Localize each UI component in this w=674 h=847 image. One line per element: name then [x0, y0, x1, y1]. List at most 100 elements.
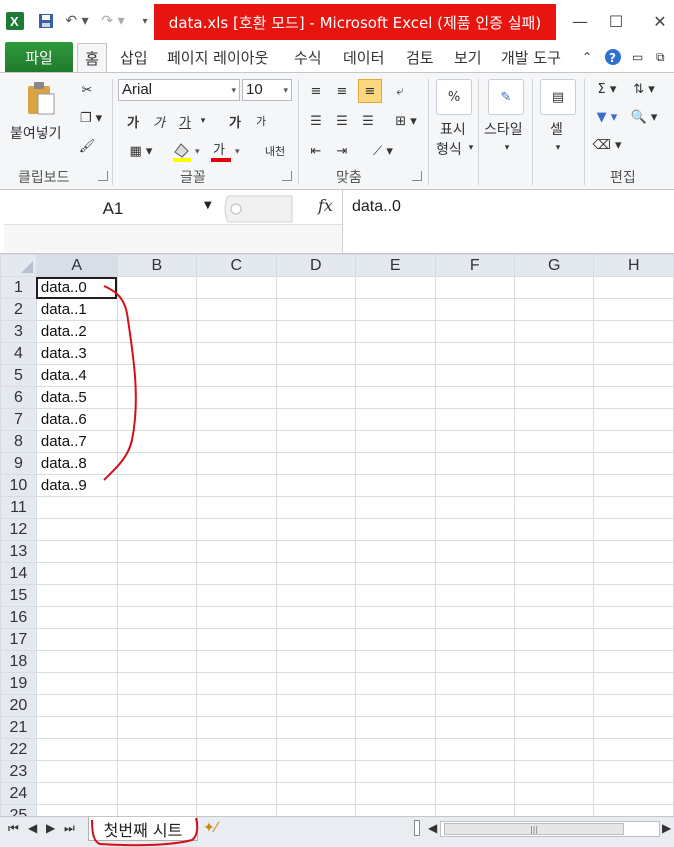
cell-e21[interactable]: [355, 716, 436, 739]
column-header-b[interactable]: B: [116, 254, 198, 277]
cell-c6[interactable]: [196, 386, 277, 409]
cell-g11[interactable]: [513, 496, 595, 519]
cell-a23[interactable]: [35, 760, 118, 783]
cell-e9[interactable]: [355, 452, 436, 475]
row-header[interactable]: 1: [0, 276, 37, 299]
cell-c19[interactable]: [196, 672, 277, 695]
cell-a19[interactable]: [35, 672, 118, 695]
cell-e12[interactable]: [355, 518, 436, 541]
copy-icon[interactable]: ❐ ▾: [76, 109, 106, 127]
cell-f13[interactable]: [434, 540, 515, 563]
cell-b2[interactable]: [116, 298, 198, 321]
cell-a10[interactable]: data..9: [35, 474, 118, 497]
worksheet-grid[interactable]: ABCDEFGH 1 data..0 2 data..1 3 data..2 4 data..…: [0, 254, 674, 816]
cell-h8[interactable]: [593, 430, 674, 453]
row-header[interactable]: 7: [0, 408, 37, 431]
cell-g10[interactable]: [513, 474, 595, 497]
cell-d25[interactable]: [275, 804, 357, 816]
font-size-select[interactable]: 10 ▾: [242, 79, 292, 101]
cell-d6[interactable]: [275, 386, 357, 409]
cell-c8[interactable]: [196, 430, 277, 453]
close-button[interactable]: ✕: [640, 6, 674, 36]
cell-d5[interactable]: [275, 364, 357, 387]
cell-g21[interactable]: [513, 716, 595, 739]
row-header[interactable]: 6: [0, 386, 37, 409]
wrap-text-icon[interactable]: ⤶: [388, 81, 412, 101]
cell-f9[interactable]: [434, 452, 515, 475]
cell-f1[interactable]: [434, 276, 515, 299]
fill-color-icon[interactable]: ▾: [170, 139, 206, 163]
tab-view[interactable]: 보기: [454, 44, 482, 70]
cell-c17[interactable]: [196, 628, 277, 651]
cell-a15[interactable]: [35, 584, 118, 607]
cell-e10[interactable]: [355, 474, 436, 497]
alignment-dialog-launcher[interactable]: [412, 171, 422, 181]
undo-icon[interactable]: ↶ ▾: [62, 11, 92, 31]
row-header[interactable]: 4: [0, 342, 37, 365]
cell-c11[interactable]: [196, 496, 277, 519]
cell-d11[interactable]: [275, 496, 357, 519]
underline-dropdown-icon[interactable]: ▾: [198, 113, 208, 129]
cell-g22[interactable]: [513, 738, 595, 761]
cell-c22[interactable]: [196, 738, 277, 761]
fill-icon[interactable]: ▼ ▾: [592, 107, 622, 127]
cell-e22[interactable]: [355, 738, 436, 761]
maximize-button[interactable]: ☐: [596, 6, 636, 36]
cell-b11[interactable]: [116, 496, 198, 519]
cell-f2[interactable]: [434, 298, 515, 321]
clear-icon[interactable]: ⌫ ▾: [592, 135, 622, 155]
cells-icon[interactable]: ▤: [540, 79, 576, 115]
row-header[interactable]: 8: [0, 430, 37, 453]
cell-h23[interactable]: [593, 760, 674, 783]
tab-home[interactable]: 홈: [77, 43, 107, 73]
cell-f23[interactable]: [434, 760, 515, 783]
cell-b3[interactable]: [116, 320, 198, 343]
insert-sheet-icon[interactable]: ✦⁄: [203, 820, 217, 836]
cell-g7[interactable]: [513, 408, 595, 431]
cell-f18[interactable]: [434, 650, 515, 673]
cell-d13[interactable]: [275, 540, 357, 563]
cell-b21[interactable]: [116, 716, 198, 739]
tab-split-handle[interactable]: [414, 820, 420, 836]
cell-f22[interactable]: [434, 738, 515, 761]
cell-a14[interactable]: [35, 562, 118, 585]
row-header[interactable]: 23: [0, 760, 37, 783]
font-color-icon[interactable]: 가 ▾: [208, 139, 244, 163]
cell-g9[interactable]: [513, 452, 595, 475]
cells-label[interactable]: 셀: [550, 119, 563, 139]
cell-a5[interactable]: data..4: [35, 364, 118, 387]
row-header[interactable]: 5: [0, 364, 37, 387]
cell-c14[interactable]: [196, 562, 277, 585]
scrollbar-thumb[interactable]: |||: [444, 823, 624, 835]
cell-g19[interactable]: [513, 672, 595, 695]
cell-a20[interactable]: [35, 694, 118, 717]
cell-b20[interactable]: [116, 694, 198, 717]
name-box[interactable]: A1: [4, 194, 222, 224]
row-header[interactable]: 22: [0, 738, 37, 761]
cell-g18[interactable]: [513, 650, 595, 673]
cell-e23[interactable]: [355, 760, 436, 783]
cell-h5[interactable]: [593, 364, 674, 387]
cell-f21[interactable]: [434, 716, 515, 739]
customize-qat-icon[interactable]: ▾: [138, 11, 152, 31]
cell-g4[interactable]: [513, 342, 595, 365]
redo-icon[interactable]: ↷ ▾: [98, 11, 128, 31]
cell-c10[interactable]: [196, 474, 277, 497]
cell-d12[interactable]: [275, 518, 357, 541]
cell-a6[interactable]: data..5: [35, 386, 118, 409]
font-dialog-launcher[interactable]: [282, 171, 292, 181]
cell-c9[interactable]: [196, 452, 277, 475]
cell-d10[interactable]: [275, 474, 357, 497]
row-header[interactable]: 15: [0, 584, 37, 607]
cell-h25[interactable]: [593, 804, 674, 816]
row-header[interactable]: 20: [0, 694, 37, 717]
tab-data[interactable]: 데이터: [343, 44, 384, 70]
cell-h16[interactable]: [593, 606, 674, 629]
grow-font-button[interactable]: 가: [226, 111, 244, 131]
cell-c18[interactable]: [196, 650, 277, 673]
cell-b16[interactable]: [116, 606, 198, 629]
help-icon[interactable]: ?: [604, 44, 622, 70]
cell-h22[interactable]: [593, 738, 674, 761]
cell-h20[interactable]: [593, 694, 674, 717]
cell-f19[interactable]: [434, 672, 515, 695]
